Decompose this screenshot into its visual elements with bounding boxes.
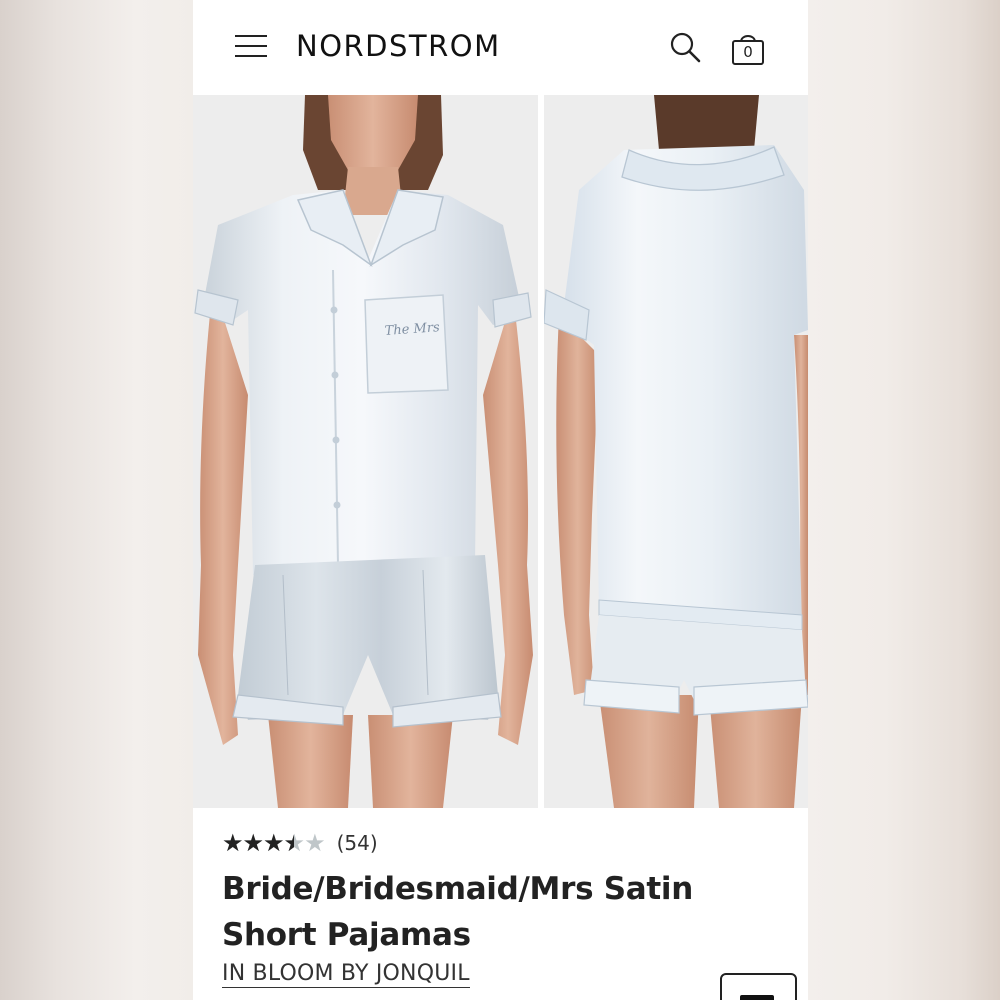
product-rating[interactable]: ★★★★★ ★★★★★ (54) — [222, 830, 378, 856]
menu-icon[interactable] — [235, 33, 269, 59]
product-image-back[interactable] — [544, 95, 808, 808]
button-icon — [740, 995, 774, 1000]
star-rating-icon: ★★★★★ ★★★★★ — [222, 830, 326, 856]
product-details: ★★★★★ ★★★★★ (54) Bride/Bridesmaid/Mrs Sa… — [193, 808, 808, 1000]
search-icon[interactable] — [669, 31, 703, 65]
backdrop-left — [0, 0, 193, 1000]
shopping-bag-icon[interactable]: 0 — [730, 30, 766, 66]
brand-link[interactable]: IN BLOOM BY JONQUIL — [222, 961, 470, 988]
product-title: Bride/Bridesmaid/Mrs Satin Short Pajamas — [222, 871, 693, 953]
backdrop-right — [808, 0, 1000, 1000]
brand-logo[interactable]: NORDSTROM — [296, 29, 501, 63]
product-image-front[interactable]: The Mrs — [193, 95, 538, 808]
review-count[interactable]: (54) — [337, 831, 378, 855]
product-image-gallery: The Mrs — [193, 95, 808, 808]
cart-count: 0 — [743, 43, 753, 61]
stars-filled: ★★★★★ — [222, 830, 294, 856]
mobile-product-page: NORDSTROM 0 The Mrs ★★★★★ ★★★ (54) Bride… — [193, 0, 808, 1000]
site-header: NORDSTROM 0 — [193, 0, 808, 95]
floating-action-button[interactable] — [720, 973, 797, 1000]
